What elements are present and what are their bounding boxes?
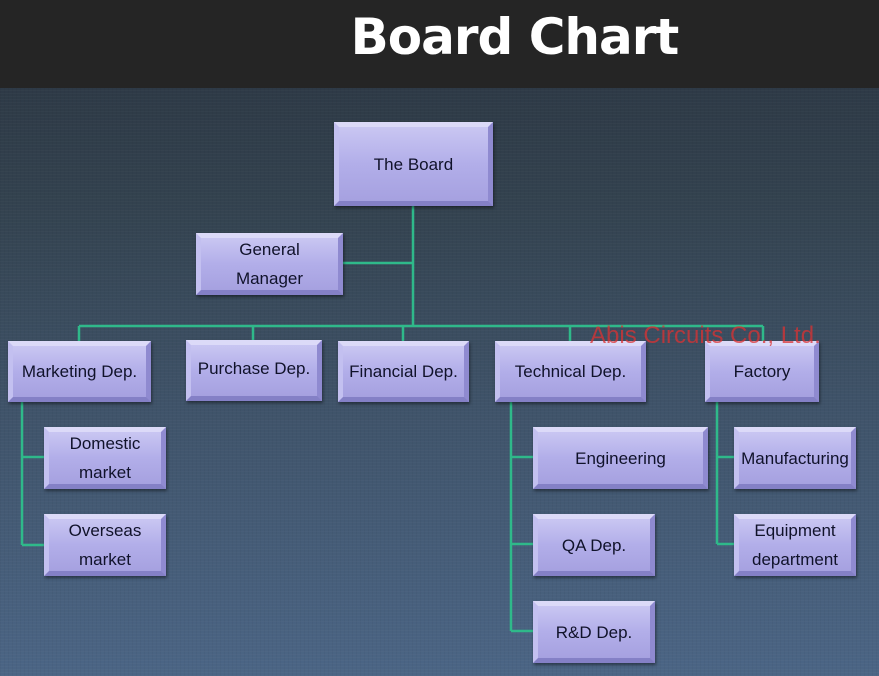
- node-qa-dep[interactable]: QA Dep.: [533, 514, 655, 576]
- node-manufacturing[interactable]: Manufacturing: [734, 427, 856, 489]
- node-label: Engineering: [575, 448, 666, 468]
- node-the-board[interactable]: The Board: [334, 122, 493, 206]
- node-factory[interactable]: Factory: [705, 341, 819, 402]
- node-technical-dep[interactable]: Technical Dep.: [495, 341, 646, 402]
- node-domestic-market[interactable]: Domestic market: [44, 427, 166, 489]
- node-engineering[interactable]: Engineering: [533, 427, 708, 489]
- node-purchase-dep[interactable]: Purchase Dep.: [186, 340, 322, 401]
- node-label: Purchase Dep.: [197, 359, 311, 378]
- node-label: Equipment department: [752, 521, 838, 569]
- node-label: R&D Dep.: [555, 622, 633, 642]
- node-overseas-market[interactable]: Overseas market: [44, 514, 166, 576]
- node-equipment-department[interactable]: Equipment department: [734, 514, 856, 576]
- node-label: Technical Dep.: [514, 362, 627, 381]
- node-label: Overseas market: [68, 521, 142, 569]
- node-marketing-dep[interactable]: Marketing Dep.: [8, 341, 151, 402]
- node-label: Financial Dep.: [349, 362, 458, 381]
- node-label: Marketing Dep.: [21, 362, 138, 381]
- node-financial-dep[interactable]: Financial Dep.: [338, 341, 469, 402]
- node-label: QA Dep.: [561, 535, 627, 555]
- node-rnd-dep[interactable]: R&D Dep.: [533, 601, 655, 663]
- node-label: The Board: [373, 154, 454, 174]
- node-label: General Manager: [235, 240, 304, 288]
- node-general-manager[interactable]: General Manager: [196, 233, 343, 295]
- node-label: Manufacturing: [741, 448, 849, 468]
- node-label: Factory: [733, 362, 791, 381]
- node-label: Domestic market: [69, 434, 141, 482]
